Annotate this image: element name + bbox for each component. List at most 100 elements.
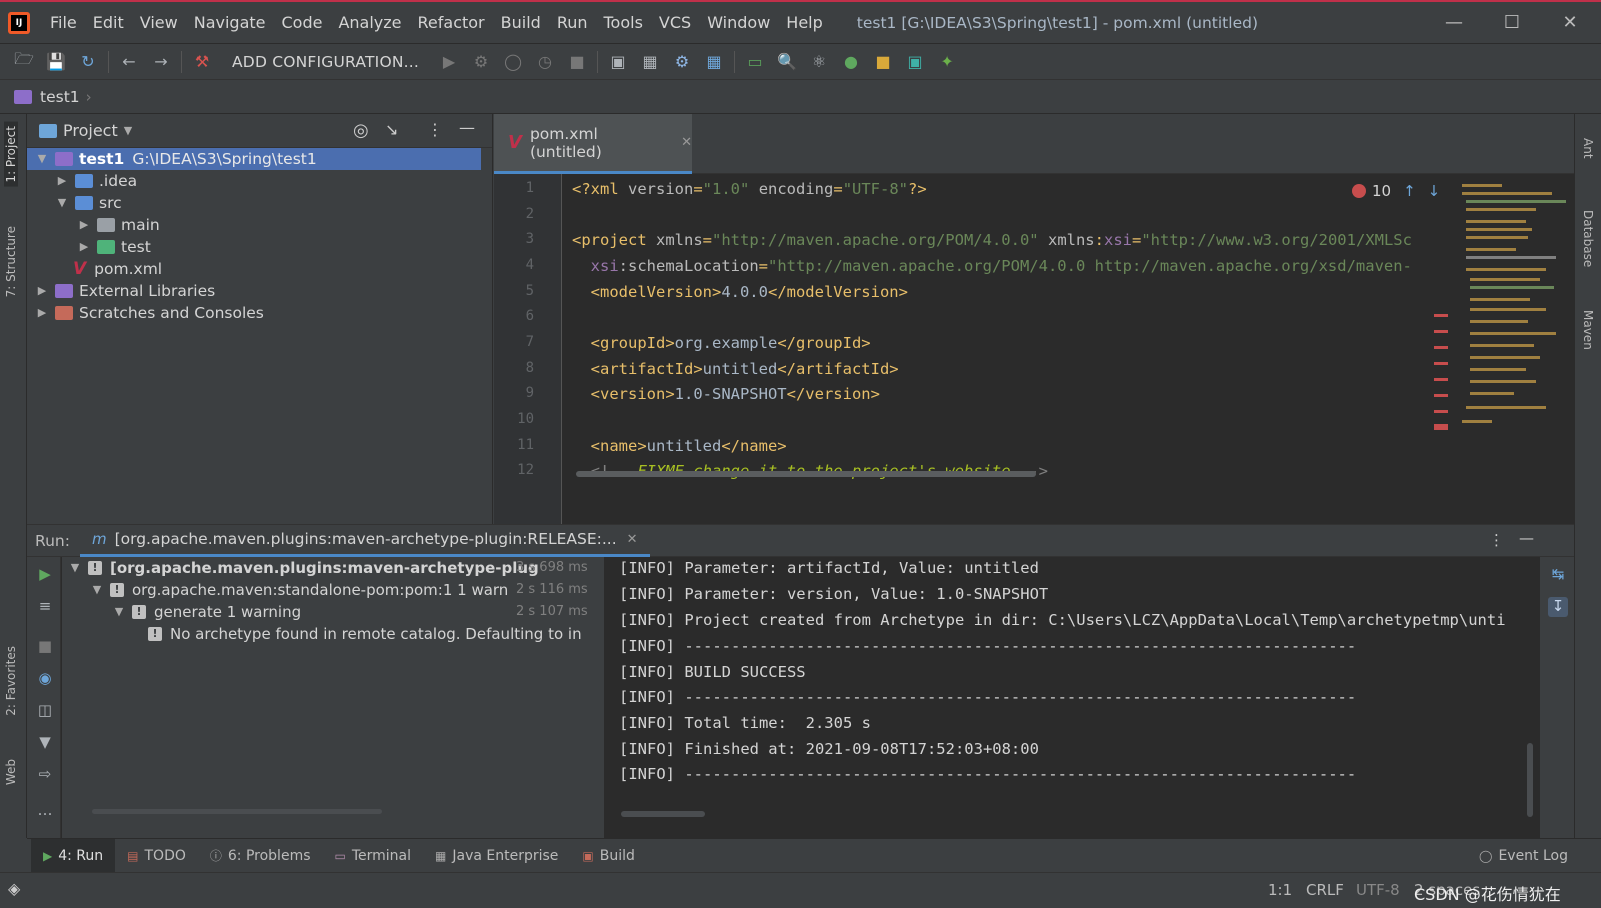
previous-error-icon[interactable]: ↑ [1403, 182, 1416, 200]
menu-refactor[interactable]: Refactor [410, 3, 493, 43]
tab-terminal[interactable]: ▭ Terminal [323, 839, 424, 873]
stop-icon[interactable]: ■ [561, 48, 593, 76]
inspection-widget[interactable]: 10 ↑ ↓ [1344, 178, 1450, 204]
run-tree-row[interactable]: ! No archetype found in remote catalog. … [148, 623, 582, 645]
toggle-view-icon[interactable]: ≡ [35, 597, 55, 617]
tab-build[interactable]: ▣ Build [570, 839, 647, 873]
chevron-right-icon[interactable]: ▶ [35, 280, 49, 302]
locate-target-icon[interactable]: ◎ [353, 120, 369, 141]
tree-item-scratches[interactable]: ▶ Scratches and Consoles [35, 302, 264, 324]
next-error-icon[interactable]: ↓ [1428, 182, 1441, 200]
camera-icon[interactable]: ◫ [35, 701, 55, 721]
tab-pom-xml[interactable]: V pom.xml (untitled) ✕ [494, 114, 692, 174]
chevron-right-icon[interactable]: ▶ [77, 236, 91, 258]
chevron-right-icon[interactable]: ▶ [35, 302, 49, 324]
menu-help[interactable]: Help [778, 3, 830, 43]
menu-vcs[interactable]: VCS [651, 3, 699, 43]
chevron-right-icon[interactable]: ▶ [55, 170, 69, 192]
minimize-button[interactable]: — [1432, 8, 1476, 38]
run-configuration-tab[interactable]: m [org.apache.maven.plugins:maven-archet… [79, 525, 650, 557]
caret-position[interactable]: 1:1 [1268, 881, 1292, 899]
options-menu-icon[interactable]: ⋮ [427, 120, 443, 139]
tree-item-external-libraries[interactable]: ▶ External Libraries [35, 280, 215, 302]
tree-item-test[interactable]: ▶ test [77, 236, 151, 258]
search-icon[interactable]: 🔍 [771, 48, 803, 76]
coverage-icon[interactable]: ◯ [497, 48, 529, 76]
terminal-icon[interactable]: ▭ [739, 48, 771, 76]
file-encoding[interactable]: UTF-8 [1356, 881, 1400, 899]
line-separator[interactable]: CRLF [1306, 881, 1344, 899]
monitor-icon[interactable]: ▣ [899, 48, 931, 76]
sync-icon[interactable]: ↻ [72, 48, 104, 76]
tab-run[interactable]: ▶ 4: Run [31, 838, 116, 873]
maven-tool-tab[interactable]: Maven [1581, 310, 1595, 350]
chevron-down-icon[interactable]: ▼ [112, 601, 126, 623]
eye-icon[interactable]: ◉ [35, 669, 55, 689]
horizontal-scrollbar[interactable] [576, 471, 1036, 477]
profile-icon[interactable]: ◷ [529, 48, 561, 76]
settings-gear-icon[interactable]: ⚙ [666, 48, 698, 76]
add-configuration-button[interactable]: ADD CONFIGURATION... [218, 53, 433, 71]
menu-run[interactable]: Run [549, 3, 596, 43]
tree-item-pom[interactable]: V pom.xml [73, 258, 162, 280]
horizontal-scrollbar[interactable] [621, 811, 705, 817]
close-tab-icon[interactable]: ✕ [627, 532, 638, 547]
menu-tools[interactable]: Tools [596, 3, 651, 43]
vertical-scrollbar[interactable] [1527, 743, 1533, 817]
project-structure-icon[interactable]: ▦ [698, 48, 730, 76]
menu-window[interactable]: Window [699, 3, 778, 43]
pin-icon[interactable]: ▼ [35, 733, 55, 753]
stop-icon[interactable]: ■ [35, 637, 55, 657]
hide-panel-icon[interactable]: — [1519, 529, 1534, 547]
code-minimap[interactable] [1454, 174, 1574, 524]
structure-tool-tab[interactable]: 7: Structure [4, 226, 18, 297]
tab-todo[interactable]: ▤ TODO [115, 839, 198, 873]
menu-code[interactable]: Code [274, 3, 331, 43]
tab-java-enterprise[interactable]: ▦ Java Enterprise [423, 839, 570, 873]
ant-tool-tab[interactable]: Ant [1581, 138, 1595, 159]
run-tree-row[interactable]: ▼ ! [org.apache.maven.plugins:maven-arch… [68, 557, 539, 579]
database-tool-tab[interactable]: Database [1581, 210, 1595, 267]
project-tool-tab[interactable]: 1: Project [4, 122, 18, 187]
plugin-puzzle-icon[interactable]: ✦ [931, 48, 963, 76]
tab-problems[interactable]: ⓘ 6: Problems [198, 839, 323, 873]
chevron-right-icon[interactable]: ▶ [77, 214, 91, 236]
layers-icon[interactable]: ◈ [8, 879, 20, 898]
web-tool-tab[interactable]: Web [4, 759, 18, 785]
debug-icon[interactable]: ⚙ [465, 48, 497, 76]
horizontal-scrollbar[interactable] [92, 809, 382, 814]
maximize-button[interactable]: ☐ [1490, 8, 1534, 38]
more-icon[interactable]: … [35, 801, 55, 821]
hide-panel-icon[interactable]: — [459, 118, 475, 137]
chevron-down-icon[interactable]: ▼ [68, 557, 82, 579]
scroll-to-end-icon[interactable]: ↧ [1548, 597, 1568, 617]
collapse-all-icon[interactable]: ↘ [385, 120, 398, 139]
run-icon[interactable]: ▶ [433, 48, 465, 76]
rerun-icon[interactable]: ▶ [35, 565, 55, 585]
save-icon[interactable]: 💾 [40, 48, 72, 76]
menu-analyze[interactable]: Analyze [330, 3, 409, 43]
chevron-down-icon[interactable]: ▼ [35, 148, 49, 170]
exit-icon[interactable]: ⇨ [35, 765, 55, 785]
device-icon[interactable]: ▣ [602, 48, 634, 76]
menu-navigate[interactable]: Navigate [186, 3, 274, 43]
forward-arrow-icon[interactable]: → [145, 48, 177, 76]
back-arrow-icon[interactable]: ← [113, 48, 145, 76]
options-menu-icon[interactable]: ⋮ [1489, 531, 1504, 549]
deploy-icon[interactable]: ▦ [634, 48, 666, 76]
git-icon[interactable]: ● [835, 48, 867, 76]
tree-root-row[interactable]: ▼ test1 G:\IDEA\S3\Spring\test1 [27, 148, 481, 170]
menu-file[interactable]: File [42, 3, 85, 43]
error-stripe[interactable] [1434, 314, 1450, 444]
tab-event-log[interactable]: ◯ Event Log [1467, 839, 1580, 873]
menu-build[interactable]: Build [493, 3, 549, 43]
favorites-tool-tab[interactable]: 2: Favorites [4, 646, 18, 716]
chevron-down-icon[interactable]: ▼ [124, 124, 132, 137]
close-window-button[interactable]: ✕ [1548, 8, 1592, 38]
chevron-down-icon[interactable]: ▼ [55, 192, 69, 214]
soft-wrap-icon[interactable]: ↹ [1548, 565, 1568, 585]
plugin-atom-icon[interactable]: ⚛ [803, 48, 835, 76]
tree-item-src[interactable]: ▼ src [55, 192, 122, 214]
tree-item-main[interactable]: ▶ main [77, 214, 160, 236]
build-hammer-icon[interactable]: ⚒ [186, 48, 218, 76]
